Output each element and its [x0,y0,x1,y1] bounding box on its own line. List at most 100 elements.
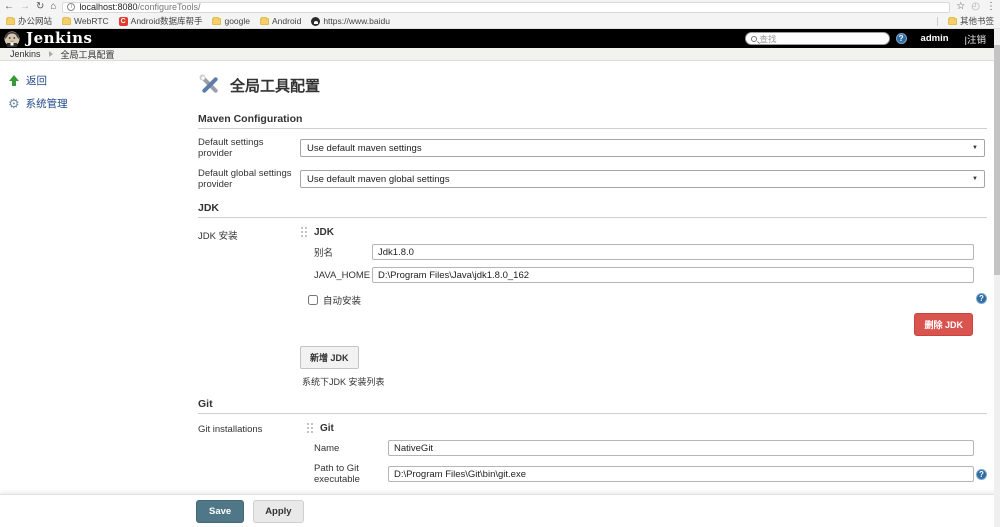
section-jdk: JDK [198,202,987,218]
save-button[interactable]: Save [196,499,245,523]
refresh-icon[interactable]: ↻ [36,2,44,12]
git-installations-label: Git installations [198,424,263,435]
divider [936,16,938,26]
select-value: Use default maven global settings [307,173,450,185]
bookmark-label: Android数据库帮手 [130,16,203,26]
extension-icon[interactable]: ◴ [971,2,980,12]
page-scrollbar[interactable] [994,29,1000,527]
search-input[interactable] [759,33,884,44]
breadcrumb-current[interactable]: 全局工具配置 [61,48,115,61]
gear-icon: ⚙ [8,95,20,111]
url-host: localhost:8080 [79,2,138,12]
jdk-install-label: JDK 安装 [198,231,238,242]
header-search-box[interactable] [744,32,890,45]
form-row: Default global settings provider Use def… [198,168,987,190]
apply-button[interactable]: Apply [253,499,304,523]
address-bar[interactable]: i localhost:8080/configureTools/ [62,1,951,13]
select-value: Use default maven settings [307,142,422,154]
bookmark-github-baidu[interactable]: https://www.baidu [311,16,390,26]
git-path-input[interactable] [388,466,974,482]
home-icon[interactable]: ⌂ [50,2,56,12]
default-settings-label: Default settings provider [198,137,264,159]
default-global-settings-label: Default global settings provider [198,168,292,190]
folder-icon [212,16,222,25]
default-global-settings-select[interactable]: Use default maven global settings ▼ [300,170,985,188]
bookmark-star-icon[interactable]: ☆ [956,2,965,12]
bookmark-office[interactable]: 办公网站 [6,15,52,27]
bookmark-android[interactable]: Android [260,16,301,26]
git-name-label: Name [314,442,340,454]
delete-jdk-button[interactable]: 删除 JDK [914,313,973,336]
logout-link[interactable]: |注销 [965,32,986,46]
search-help-icon[interactable]: ? [895,33,907,44]
sidebar: 返回 ⚙ 系统管理 [0,69,190,115]
jdk-installations-group: JDK 安装 JDK 别名 JAVA_HOME 自动安装 ? [198,226,987,398]
user-admin-link[interactable]: admin [921,33,949,44]
scrollbar-thumb[interactable] [994,45,1000,275]
folder-icon [6,16,15,25]
up-arrow-icon [8,74,20,87]
jdk-auto-install-checkbox[interactable] [308,295,318,305]
jdk-item-title: JDK [314,227,335,238]
alias-label: 别名 [314,248,334,259]
default-settings-select[interactable]: Use default maven settings ▼ [300,139,985,157]
jenkins-logo-icon[interactable] [4,31,20,47]
add-jdk-button[interactable]: 新增 JDK [300,346,359,369]
bookmark-label: Android [272,16,302,26]
other-bookmarks-label: 其他书签 [959,16,994,26]
bookmarks-bar: 办公网站 WebRTC C Android数据库帮手 google Androi… [0,14,1000,29]
help-icon[interactable]: ? [976,293,987,304]
form-row: Name [314,440,987,456]
sidebar-item-label: 返回 [26,75,47,87]
form-row: JAVA_HOME [314,267,987,283]
url-text: localhost:8080/configureTools/ [79,2,200,12]
chevron-right-icon [48,51,53,57]
git-path-label: Path to Git executable [314,463,360,485]
bookmark-label: google [224,16,250,26]
section-maven-configuration: Maven Configuration [198,113,987,129]
bookmark-google[interactable]: google [212,16,250,26]
bookmark-webrtc[interactable]: WebRTC [62,16,109,26]
section-git: Git [198,398,987,414]
breadcrumb: Jenkins 全局工具配置 [0,48,994,61]
java-home-label: JAVA_HOME [314,269,371,281]
help-icon[interactable]: ? [976,468,987,480]
jdk-alias-input[interactable] [372,244,974,260]
folder-icon [260,16,269,25]
browser-menu-icon[interactable]: ⋮ [986,2,996,12]
github-icon [311,16,321,26]
sidebar-item-label: 系统管理 [25,98,68,110]
other-bookmarks-button[interactable]: 其他书签 [947,15,994,27]
site-c-icon: C [118,16,128,26]
form-row: Default settings provider Use default ma… [198,137,987,159]
forward-icon[interactable]: → [20,2,30,12]
sidebar-item-back[interactable]: 返回 [0,69,190,92]
auto-install-label: 自动安装 [323,296,362,307]
back-icon[interactable]: ← [4,2,14,12]
bookmark-label: https://www.baidu [323,16,390,26]
breadcrumb-jenkins[interactable]: Jenkins [10,49,41,59]
jenkins-header: Jenkins ? admin |注销 [0,29,994,48]
drag-handle-icon[interactable] [300,226,309,239]
java-home-input[interactable] [372,267,974,283]
search-icon [750,35,757,42]
drag-handle-icon[interactable] [306,422,315,435]
auto-install-row: 自动安装 ? [308,293,987,307]
jdk-item: JDK 别名 JAVA_HOME 自动安装 ? 删除 JDK [300,226,987,398]
form-row: Path to Git executable ? [314,463,987,485]
git-item-title: Git [320,423,334,434]
bookmark-android-db[interactable]: C Android数据库帮手 [118,15,203,27]
page-body: 返回 ⚙ 系统管理 全局工具配置 Maven Configuration Def… [0,61,1000,527]
sidebar-item-manage[interactable]: ⚙ 系统管理 [0,92,190,115]
bookmark-label: WebRTC [74,16,109,26]
bookmark-label: 办公网站 [18,16,53,26]
form-row: 别名 [314,244,987,260]
page-title-text: 全局工具配置 [230,77,321,95]
url-path: /configureTools/ [137,2,201,12]
page-info-icon[interactable]: i [67,3,76,11]
jdk-list-note[interactable]: 系统下JDK 安装列表 [302,375,987,388]
page-title: 全局工具配置 [198,73,987,97]
git-name-input[interactable] [388,440,974,456]
jenkins-brand[interactable]: Jenkins [26,31,93,46]
chevron-down-icon: ▼ [972,145,978,151]
